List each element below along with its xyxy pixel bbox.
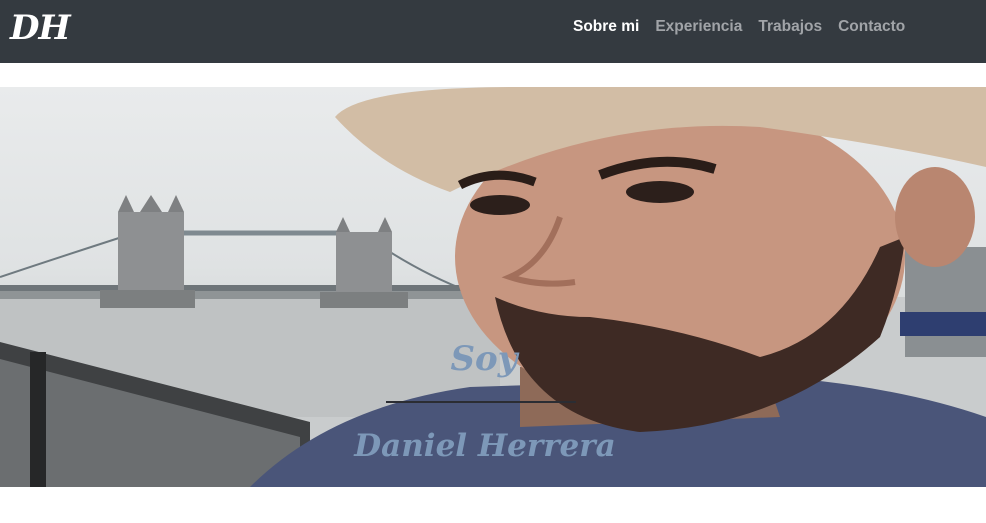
nav-item-trabajos[interactable]: Trabajos — [758, 17, 822, 37]
nav-item-experiencia[interactable]: Experiencia — [655, 17, 742, 37]
nav-menu: Sobre mi Experiencia Trabajos Contacto — [573, 17, 905, 37]
hero-greeting: Soy — [450, 339, 518, 379]
hero-name: Daniel Herrera — [354, 428, 616, 464]
hero-overlay: Soy Daniel Herrera — [0, 87, 986, 487]
nav-item-contacto[interactable]: Contacto — [838, 17, 905, 37]
brand-logo[interactable]: DH — [10, 6, 71, 50]
hero-divider — [386, 401, 576, 403]
hero-section: Soy Daniel Herrera — [0, 87, 986, 487]
nav-item-sobre-mi[interactable]: Sobre mi — [573, 17, 639, 37]
top-navbar: DH Sobre mi Experiencia Trabajos Contact… — [0, 0, 986, 63]
